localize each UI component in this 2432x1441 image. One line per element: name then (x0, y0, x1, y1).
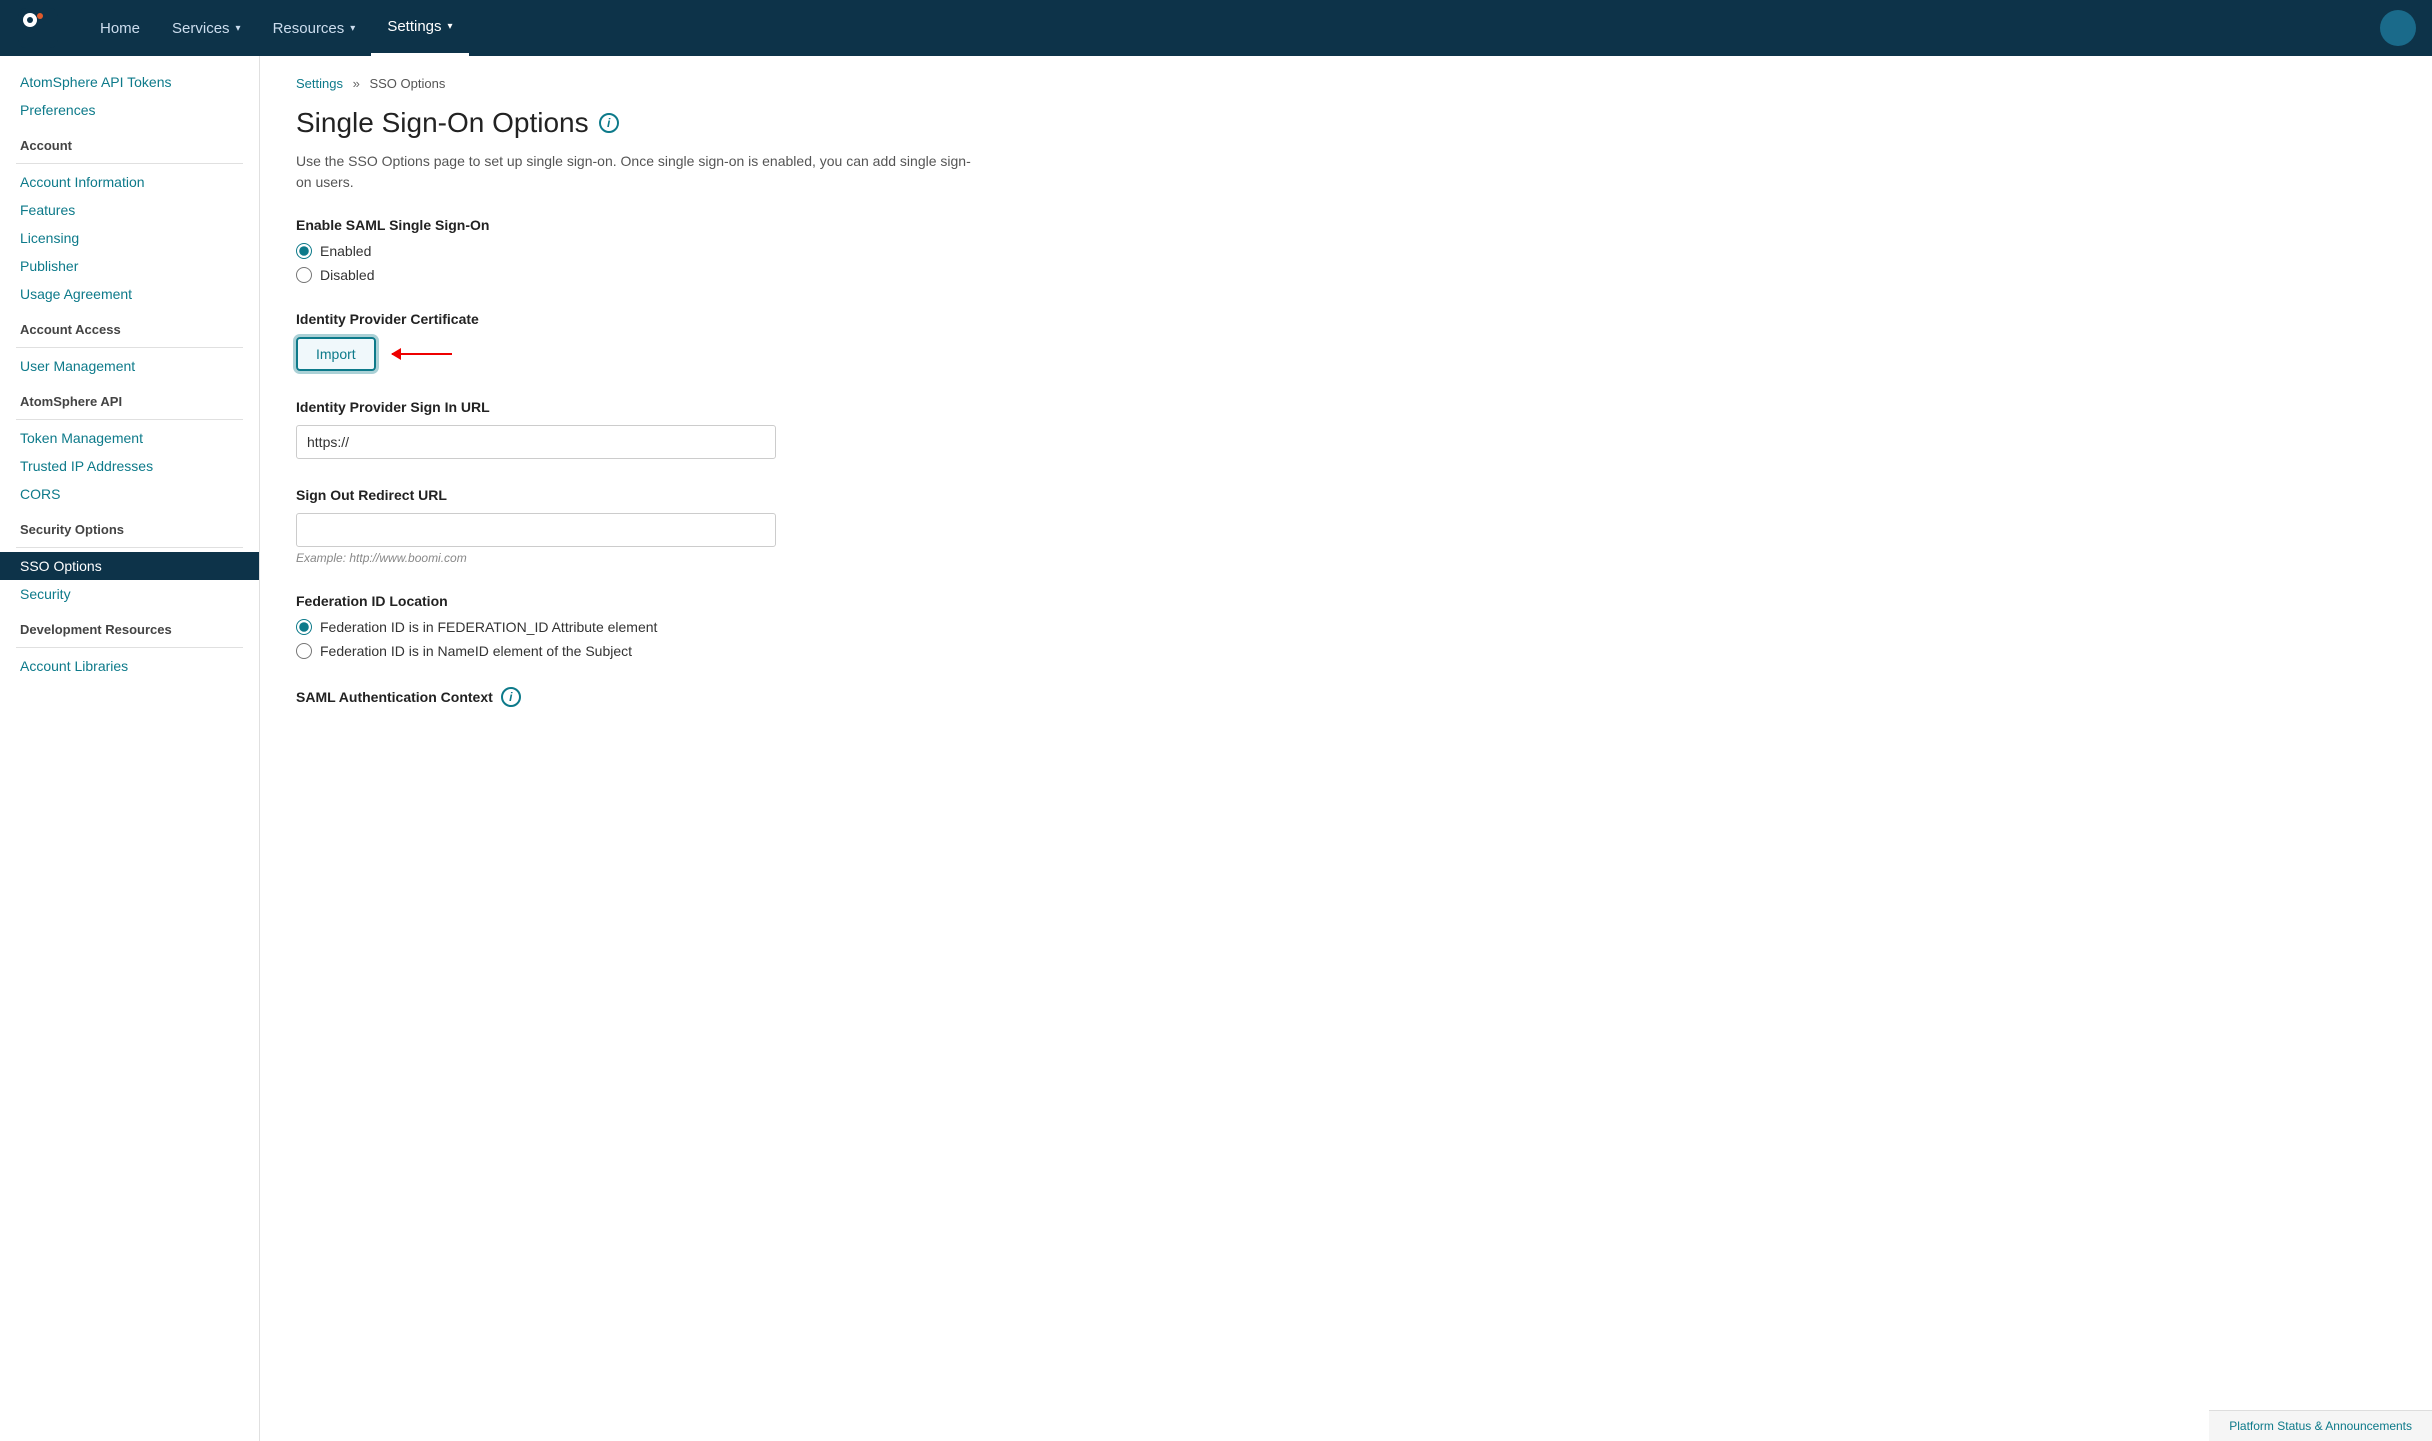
breadcrumb-current: SSO Options (369, 76, 445, 91)
federation-id-option-1[interactable]: Federation ID is in NameID element of th… (296, 643, 1124, 659)
sidebar-divider-account (16, 163, 243, 164)
sign-out-url-label: Sign Out Redirect URL (296, 487, 1124, 503)
sidebar-section-dev-resources: Development Resources (0, 608, 259, 643)
sign-out-url-hint: Example: http://www.boomi.com (296, 551, 1124, 565)
sidebar-item-features[interactable]: Features (0, 196, 259, 224)
main-content: Settings » SSO Options Single Sign-On Op… (260, 56, 1160, 1441)
identity-cert-label: Identity Provider Certificate (296, 311, 1124, 327)
federation-id-radio-1[interactable] (296, 643, 312, 659)
import-arrow-indicator (392, 353, 452, 355)
arrow-line (392, 353, 452, 355)
avatar[interactable] (2380, 10, 2416, 46)
sidebar-item-user-management[interactable]: User Management (0, 352, 259, 380)
saml-disabled-radio[interactable] (296, 267, 312, 283)
settings-caret-icon: ▾ (448, 21, 453, 32)
saml-auth-section: SAML Authentication Context i (296, 687, 1124, 707)
saml-auth-info-icon[interactable]: i (501, 687, 521, 707)
resources-caret-icon: ▾ (350, 23, 355, 34)
sidebar-section-account-access: Account Access (0, 308, 259, 343)
sign-in-url-input[interactable] (296, 425, 776, 459)
sidebar-divider-dev-resources (16, 647, 243, 648)
services-caret-icon: ▾ (236, 23, 241, 34)
sidebar-item-usage-agreement[interactable]: Usage Agreement (0, 280, 259, 308)
saml-disabled-option[interactable]: Disabled (296, 267, 1124, 283)
sidebar-item-licensing[interactable]: Licensing (0, 224, 259, 252)
page-title-info-icon[interactable]: i (599, 113, 619, 133)
sidebar-item-publisher[interactable]: Publisher (0, 252, 259, 280)
enable-saml-label: Enable SAML Single Sign-On (296, 217, 1124, 233)
sidebar-divider-account-access (16, 347, 243, 348)
enable-saml-radio-group: Enabled Disabled (296, 243, 1124, 283)
sign-in-url-label: Identity Provider Sign In URL (296, 399, 1124, 415)
sign-out-url-section: Sign Out Redirect URL Example: http://ww… (296, 487, 1124, 565)
federation-id-section: Federation ID Location Federation ID is … (296, 593, 1124, 659)
federation-id-option-0[interactable]: Federation ID is in FEDERATION_ID Attrib… (296, 619, 1124, 635)
saml-enabled-option[interactable]: Enabled (296, 243, 1124, 259)
saml-auth-label: SAML Authentication Context i (296, 687, 1124, 707)
logo[interactable] (16, 6, 60, 50)
import-button[interactable]: Import (296, 337, 376, 371)
sidebar-divider-atomsphere-api (16, 419, 243, 420)
sidebar-item-account-information[interactable]: Account Information (0, 168, 259, 196)
sidebar-item-trusted-ip-addresses[interactable]: Trusted IP Addresses (0, 452, 259, 480)
sidebar-divider-security-options (16, 547, 243, 548)
sidebar-item-sso-options[interactable]: SSO Options (0, 552, 259, 580)
layout: AtomSphere API Tokens Preferences Accoun… (0, 56, 2432, 1441)
federation-id-radio-0[interactable] (296, 619, 312, 635)
footer-bar[interactable]: Platform Status & Announcements (2209, 1410, 2432, 1441)
sign-in-url-section: Identity Provider Sign In URL (296, 399, 1124, 459)
breadcrumb-separator: » (353, 76, 360, 91)
sidebar-item-cors[interactable]: CORS (0, 480, 259, 508)
import-btn-wrapper: Import (296, 337, 1124, 371)
sidebar-section-atomsphere-api: AtomSphere API (0, 380, 259, 415)
enable-saml-section: Enable SAML Single Sign-On Enabled Disab… (296, 217, 1124, 283)
page-description: Use the SSO Options page to set up singl… (296, 151, 976, 193)
nav-home[interactable]: Home (84, 0, 156, 56)
sidebar-section-account: Account (0, 124, 259, 159)
page-title: Single Sign-On Options i (296, 107, 1124, 139)
sidebar-item-security[interactable]: Security (0, 580, 259, 608)
federation-id-label: Federation ID Location (296, 593, 1124, 609)
sidebar-item-atomsphere-api-tokens[interactable]: AtomSphere API Tokens (0, 68, 259, 96)
sign-out-url-input[interactable] (296, 513, 776, 547)
sidebar-item-preferences[interactable]: Preferences (0, 96, 259, 124)
nav-right (2380, 10, 2416, 46)
saml-enabled-radio[interactable] (296, 243, 312, 259)
breadcrumb-parent[interactable]: Settings (296, 76, 343, 91)
sidebar-item-token-management[interactable]: Token Management (0, 424, 259, 452)
sidebar: AtomSphere API Tokens Preferences Accoun… (0, 56, 260, 1441)
sidebar-section-security-options: Security Options (0, 508, 259, 543)
sidebar-item-account-libraries[interactable]: Account Libraries (0, 652, 259, 680)
top-nav: Home Services ▾ Resources ▾ Settings ▾ (0, 0, 2432, 56)
nav-settings[interactable]: Settings ▾ (371, 0, 468, 56)
identity-cert-section: Identity Provider Certificate Import (296, 311, 1124, 371)
federation-id-radio-group: Federation ID is in FEDERATION_ID Attrib… (296, 619, 1124, 659)
nav-resources[interactable]: Resources ▾ (257, 0, 372, 56)
breadcrumb: Settings » SSO Options (296, 76, 1124, 91)
nav-services[interactable]: Services ▾ (156, 0, 257, 56)
